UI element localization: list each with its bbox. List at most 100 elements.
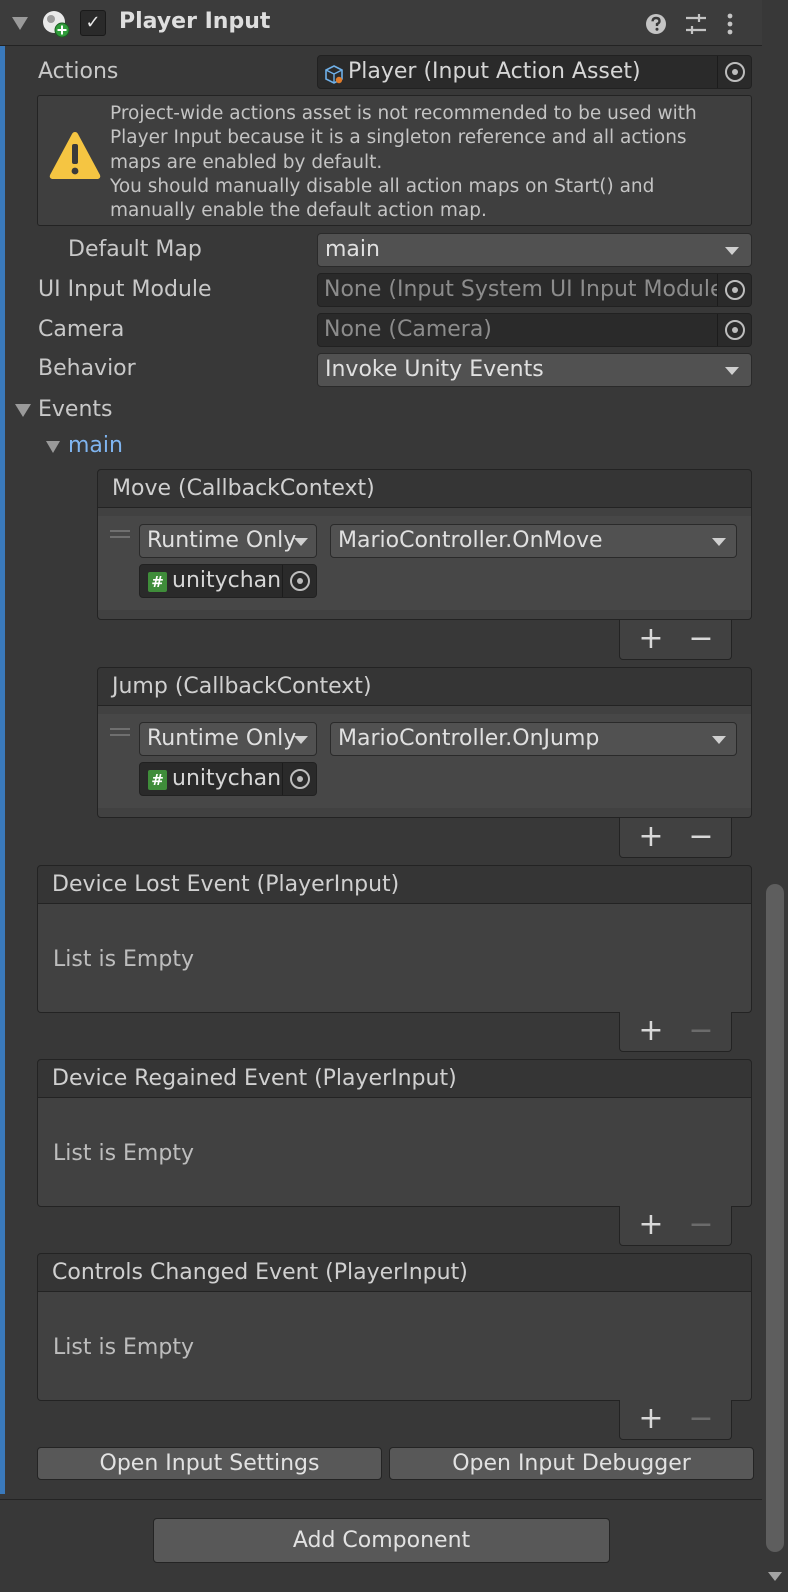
list-empty-label: List is Empty (53, 947, 194, 972)
move-add-remove: + − (619, 620, 732, 660)
caret-down-icon (294, 736, 308, 744)
player-input-icon (42, 10, 70, 38)
jump-event-entry: Runtime Only MarioController.OnJump # un… (98, 714, 751, 808)
component-header: ✓ Player Input (0, 0, 762, 46)
events-label[interactable]: Events (38, 397, 113, 422)
component-title: Player Input (119, 9, 271, 34)
default-map-value: main (325, 237, 380, 262)
script-hash-icon: # (148, 572, 167, 592)
default-map-dropdown[interactable]: main (317, 233, 752, 267)
behavior-value: Invoke Unity Events (325, 357, 544, 382)
move-event-list: Runtime Only MarioController.OnMove # un… (97, 508, 752, 620)
ui-input-module-field[interactable]: None (Input System UI Input Module) (317, 273, 752, 307)
warning-line: manually enable the default action map. (110, 200, 487, 222)
warning-line: maps are enabled by default. (110, 151, 383, 173)
jump-target-value: unitychan (172, 766, 282, 791)
input-action-asset-icon (324, 63, 344, 84)
component-selection-bar (0, 46, 5, 1494)
object-picker-icon[interactable] (717, 274, 751, 306)
remove-entry-button: − (688, 1207, 714, 1242)
device-regained-add-remove: + − (619, 1206, 732, 1246)
kebab-menu-icon[interactable] (725, 12, 735, 36)
device-lost-add-remove: + − (619, 1012, 732, 1052)
warning-line: Player Input because it is a singleton r… (110, 127, 687, 149)
ui-input-module-value: None (Input System UI Input Module) (324, 277, 733, 302)
controls-changed-add-remove: + − (619, 1400, 732, 1440)
jump-runtime-dropdown[interactable]: Runtime Only (139, 722, 317, 756)
list-empty-label: List is Empty (53, 1141, 194, 1166)
object-picker-icon[interactable] (717, 314, 751, 346)
move-target-field[interactable]: # unitychan (139, 564, 317, 598)
controls-changed-list: List is Empty (37, 1292, 752, 1401)
map-fold-arrow-icon[interactable] (46, 441, 60, 453)
add-component-button[interactable]: Add Component (153, 1518, 610, 1563)
move-runtime-value: Runtime Only (147, 528, 297, 553)
add-entry-button[interactable]: + (636, 821, 666, 853)
move-function-dropdown[interactable]: MarioController.OnMove (330, 524, 737, 558)
behavior-label: Behavior (38, 356, 136, 381)
warning-icon (48, 130, 102, 182)
caret-down-icon (725, 367, 739, 375)
device-lost-header: Device Lost Event (PlayerInput) (37, 865, 752, 904)
object-picker-icon[interactable] (282, 763, 316, 795)
move-event-header: Move (CallbackContext) (97, 469, 752, 508)
default-map-label: Default Map (68, 237, 202, 262)
object-picker-icon[interactable] (717, 56, 751, 88)
device-regained-list: List is Empty (37, 1098, 752, 1207)
jump-runtime-value: Runtime Only (147, 726, 297, 751)
scroll-down-arrow-icon[interactable] (768, 1572, 782, 1581)
open-input-debugger-button[interactable]: Open Input Debugger (389, 1447, 754, 1480)
behavior-dropdown[interactable]: Invoke Unity Events (317, 353, 752, 387)
jump-function-value: MarioController.OnJump (338, 726, 600, 751)
move-function-value: MarioController.OnMove (338, 528, 603, 553)
caret-down-icon (725, 247, 739, 255)
list-empty-label: List is Empty (53, 1335, 194, 1360)
add-entry-button[interactable]: + (636, 1209, 666, 1241)
actions-label: Actions (38, 59, 119, 84)
jump-target-field[interactable]: # unitychan (139, 762, 317, 796)
add-entry-button[interactable]: + (636, 1015, 666, 1047)
drag-handle-icon[interactable] (110, 728, 130, 736)
warning-line: Project-wide actions asset is not recomm… (110, 103, 697, 124)
ui-input-module-label: UI Input Module (38, 277, 212, 302)
map-main-label[interactable]: main (68, 433, 123, 458)
jump-add-remove: + − (619, 818, 732, 858)
move-event-entry: Runtime Only MarioController.OnMove # un… (98, 516, 751, 610)
help-icon[interactable] (645, 13, 667, 35)
remove-entry-button: − (688, 1401, 714, 1436)
remove-entry-button[interactable]: − (686, 623, 716, 655)
camera-value: None (Camera) (324, 317, 492, 342)
controls-changed-header: Controls Changed Event (PlayerInput) (37, 1253, 752, 1292)
camera-label: Camera (38, 317, 125, 342)
device-lost-list: List is Empty (37, 904, 752, 1013)
enabled-checkbox[interactable]: ✓ (80, 10, 106, 36)
device-regained-header: Device Regained Event (PlayerInput) (37, 1059, 752, 1098)
script-hash-icon: # (148, 770, 167, 790)
warning-text: Project-wide actions asset is not recomm… (110, 102, 740, 223)
object-picker-icon[interactable] (282, 565, 316, 597)
caret-down-icon (712, 736, 726, 744)
drag-handle-icon[interactable] (110, 530, 130, 538)
warning-helpbox: Project-wide actions asset is not recomm… (37, 95, 752, 226)
preset-sliders-icon[interactable] (684, 12, 708, 36)
fold-arrow-icon[interactable] (12, 17, 28, 30)
add-entry-button[interactable]: + (636, 1403, 666, 1435)
caret-down-icon (712, 538, 726, 546)
caret-down-icon (294, 538, 308, 546)
jump-event-header: Jump (CallbackContext) (97, 667, 752, 706)
jump-event-list: Runtime Only MarioController.OnJump # un… (97, 706, 752, 818)
scrollbar-thumb[interactable] (766, 884, 784, 1552)
move-target-value: unitychan (172, 568, 282, 593)
warning-line: You should manually disable all action m… (110, 175, 655, 197)
component-divider (0, 1499, 762, 1500)
open-input-settings-button[interactable]: Open Input Settings (37, 1447, 382, 1480)
camera-field[interactable]: None (Camera) (317, 313, 752, 347)
remove-entry-button[interactable]: − (686, 821, 716, 853)
move-runtime-dropdown[interactable]: Runtime Only (139, 524, 317, 558)
actions-field-value: Player (Input Action Asset) (348, 59, 641, 84)
jump-function-dropdown[interactable]: MarioController.OnJump (330, 722, 737, 756)
remove-entry-button: − (688, 1013, 714, 1048)
actions-field[interactable]: Player (Input Action Asset) (317, 55, 752, 89)
add-entry-button[interactable]: + (636, 623, 666, 655)
events-fold-arrow-icon[interactable] (15, 404, 31, 417)
